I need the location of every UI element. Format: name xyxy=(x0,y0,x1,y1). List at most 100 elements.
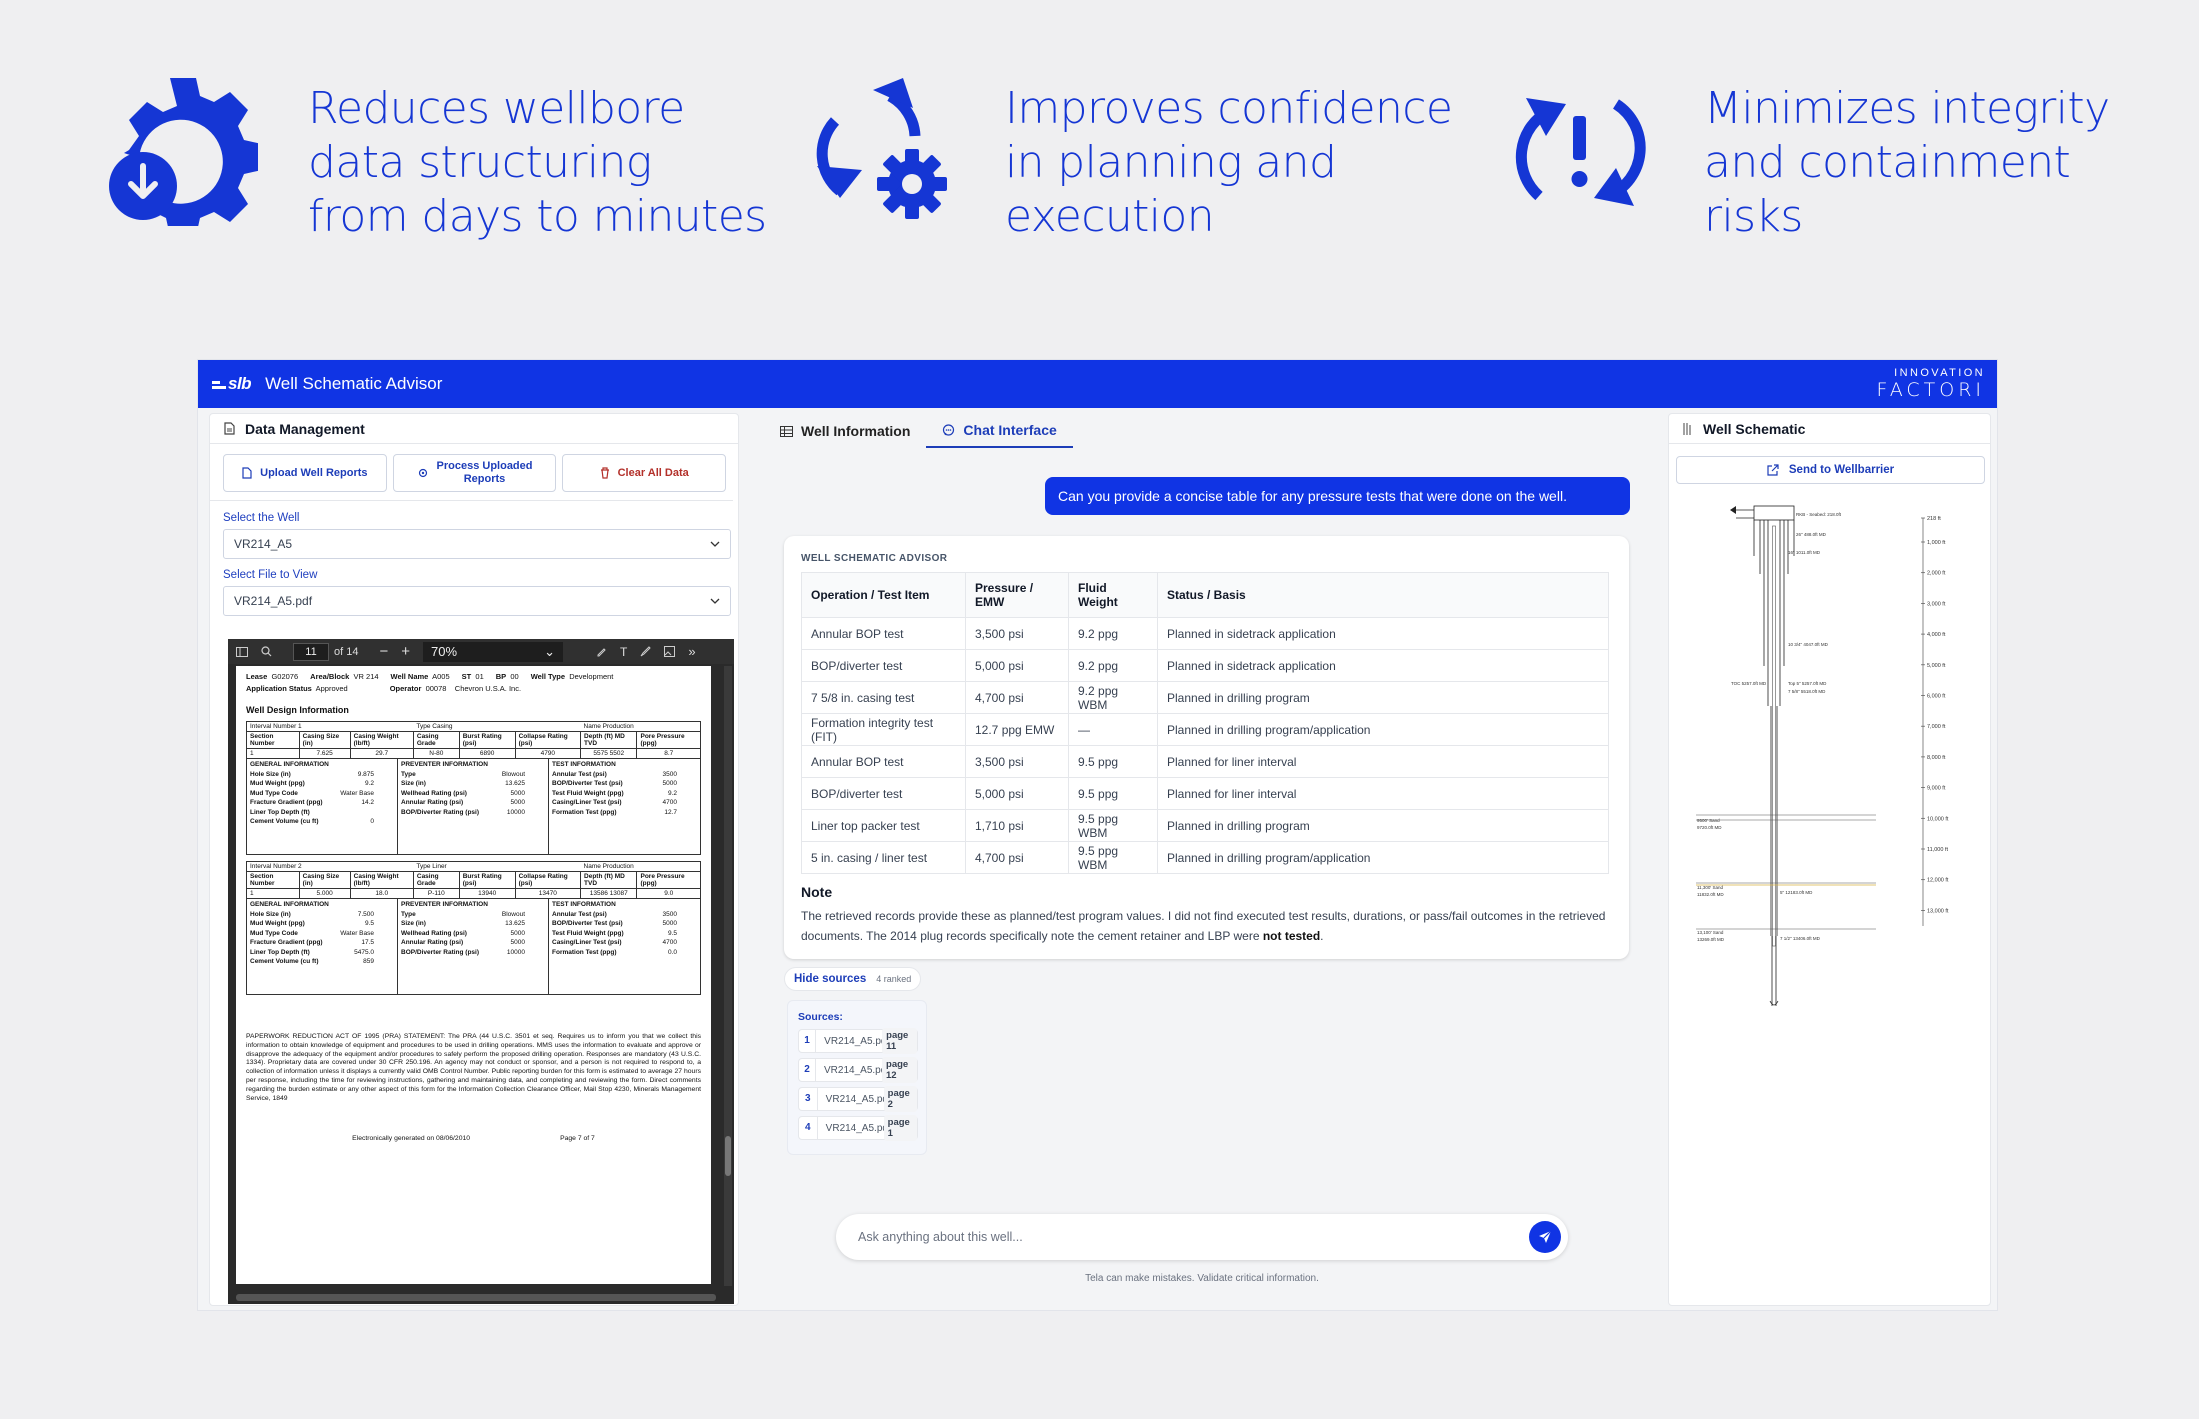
details-row: BOP/Diverter Rating (psi) 10000 xyxy=(401,808,545,818)
interval-col-header: Casing Grade xyxy=(412,731,460,749)
highlight-icon[interactable] xyxy=(596,646,607,657)
details-row: Annular Rating (psi) 5000 xyxy=(401,938,545,948)
pdf-viewer: 11 of 14 − + 70% ⌄ T » Lease G02076 Area/… xyxy=(228,639,734,1304)
search-icon[interactable] xyxy=(261,646,272,657)
details-row: Formation Test (ppg) 12.7 xyxy=(552,808,697,818)
details-value: 10000 xyxy=(506,948,525,956)
text-tool-icon[interactable]: T xyxy=(620,645,627,659)
source-n: 3 xyxy=(799,1088,818,1110)
doc-key: Well Name xyxy=(390,672,429,681)
image-icon[interactable] xyxy=(664,646,676,657)
source-file: VR214_A5.pdf xyxy=(824,1035,890,1047)
details-heading: PREVENTER INFORMATION xyxy=(401,761,488,768)
depth-tick-label: 9,000 ft xyxy=(1927,786,1946,792)
details-row: Annular Test (psi) 3500 xyxy=(552,770,697,780)
select-value: VR214_A5.pdf xyxy=(234,594,313,608)
well-schematic-panel: Well Schematic Send to Wellbarrier 218 f… xyxy=(1668,413,1991,1306)
details-key: Type xyxy=(401,910,416,918)
scroll-thumb[interactable] xyxy=(725,1136,731,1176)
details-row: Mud Weight (ppg) 9.2 xyxy=(250,779,394,789)
tab-chat-interface[interactable]: Chat Interface xyxy=(926,414,1073,448)
details-row: Wellhead Rating (psi) 5000 xyxy=(401,789,545,799)
table-header-cell: Pressure / EMW xyxy=(965,572,1069,618)
details-value: 14.2 xyxy=(361,799,374,806)
interval-col-header: Casing Size (in) xyxy=(298,731,351,749)
details-key: Hole Size (in) xyxy=(250,770,291,778)
table-cell: Formation integrity test (FIT) xyxy=(801,713,966,746)
doc-value: Approved xyxy=(315,684,348,693)
zoom-out-button[interactable]: − xyxy=(379,643,388,660)
source-page: page 2 xyxy=(883,1086,917,1112)
assistant-response: WELL SCHEMATIC ADVISOR Operation / Test … xyxy=(784,536,1629,959)
details-key: Annular Rating (psi) xyxy=(401,799,464,806)
note-text: The retrieved records provide these as p… xyxy=(801,906,1612,946)
tab-label: Well Information xyxy=(801,423,911,439)
details-row: Liner Top Depth (ft) xyxy=(250,808,394,818)
top-bar: slb Well Schematic Advisor INNOVATION FA… xyxy=(198,360,1997,408)
table-cell: 7 5/8 in. casing test xyxy=(801,681,966,714)
chevron-down-icon xyxy=(710,541,720,547)
sidebar-toggle-icon[interactable] xyxy=(236,646,248,657)
details-key: BOP/Diverter Rating (psi) xyxy=(401,948,480,956)
details-row: Casing/Liner Test (psi) 4700 xyxy=(552,938,697,948)
table-row: BOP/diverter test 5,000 psi 9.2 ppg Planned… xyxy=(801,649,1609,682)
details-key: Test Fluid Weight (ppg) xyxy=(552,789,624,797)
generated-date: Electronically generated on 08/06/2010 xyxy=(352,1135,471,1143)
table-cell: 9.2 ppg xyxy=(1068,649,1158,682)
clear-all-data-button[interactable]: Clear All Data xyxy=(562,454,727,492)
source-file: VR214_A5.pdf xyxy=(825,1122,891,1134)
hide-sources-button[interactable]: Hide sources 4 ranked xyxy=(784,967,922,991)
details-key: Mud Weight (ppg) xyxy=(250,920,305,927)
source-item[interactable]: 3 VR214_A5.pdf page 2 xyxy=(798,1086,918,1112)
details-key: BOP/Diverter Rating (psi) xyxy=(401,808,480,816)
interval-cell: 1 xyxy=(246,888,300,899)
upload-well-reports-button[interactable]: Upload Well Reports xyxy=(223,454,387,492)
tab-label: Chat Interface xyxy=(963,422,1057,438)
process-uploaded-reports-button[interactable]: Process Uploaded Reports xyxy=(392,454,557,492)
doc-key: Lease xyxy=(246,672,268,681)
draw-icon[interactable] xyxy=(640,646,652,657)
depth-tick-label: 6,000 ft xyxy=(1927,694,1946,700)
panel-title: Data Management xyxy=(245,420,365,437)
source-item[interactable]: 4 VR214_A5.pdf page 1 xyxy=(798,1115,918,1141)
details-column: TEST INFORMATION Annular Test (psi) 3500 BO… xyxy=(549,899,700,994)
details-key: Test Fluid Weight (ppg) xyxy=(552,929,624,937)
details-value: 5000 xyxy=(510,789,525,797)
details-row: Mud Type Code Water Base xyxy=(250,929,394,939)
vertical-scrollbar[interactable] xyxy=(724,666,732,1286)
refresh-gear-icon xyxy=(816,78,947,219)
details-row: Annular Test (psi) 3500 xyxy=(552,910,697,920)
file-upload-icon xyxy=(242,467,252,479)
zoom-in-button[interactable]: + xyxy=(401,643,410,660)
zoom-select[interactable]: 70% ⌄ xyxy=(423,641,563,662)
tab-well-information[interactable]: Well Information xyxy=(764,414,926,448)
interval-cell: 13586 13087 xyxy=(580,888,638,899)
send-to-wellbarrier-button[interactable]: Send to Wellbarrier xyxy=(1676,456,1985,484)
details-value: 12.7 xyxy=(664,808,677,816)
source-item[interactable]: 1 VR214_A5.pdf page 11 xyxy=(798,1028,918,1054)
details-row: Casing/Liner Test (psi) 4700 xyxy=(552,798,697,808)
horizontal-scrollbar[interactable] xyxy=(236,1294,716,1301)
details-row: Type Blowout xyxy=(401,910,545,920)
interval-cell: 4790 xyxy=(514,748,582,759)
page-number-input[interactable]: 11 xyxy=(293,642,329,661)
file-select[interactable]: VR214_A5.pdf xyxy=(223,586,731,616)
details-value: 17.5 xyxy=(361,939,374,946)
pdf-page: Lease G02076 Area/Block VR 214 Well Name… xyxy=(236,666,711,1284)
details-row: Test Fluid Weight (ppg) 9.5 xyxy=(552,929,697,939)
more-tools-icon[interactable]: » xyxy=(688,644,695,659)
details-row: Cement Volume (cu ft) 0 xyxy=(250,817,394,827)
table-cell: Liner top packer test xyxy=(801,809,966,842)
chat-input[interactable]: Ask anything about this well... xyxy=(836,1214,1568,1260)
source-item[interactable]: 2 VR214_A5.pdf page 12 xyxy=(798,1057,918,1083)
send-button[interactable] xyxy=(1529,1221,1561,1253)
table-row: 5 in. casing / liner test 4,700 psi 9.5 pp… xyxy=(801,841,1609,874)
interval-list: Interval Number 1 Type Casing Name Product… xyxy=(246,721,701,995)
well-bottom xyxy=(1769,1000,1779,1006)
slb-mark-icon xyxy=(212,381,226,389)
well-select[interactable]: VR214_A5 xyxy=(223,529,731,559)
valve-icon xyxy=(1730,506,1736,514)
note-part: The retrieved records provide these as p… xyxy=(801,909,1606,943)
doc-value: VR 214 xyxy=(353,672,379,681)
schematic-label: RKB - Seabed: 218.0ft xyxy=(1796,512,1842,517)
